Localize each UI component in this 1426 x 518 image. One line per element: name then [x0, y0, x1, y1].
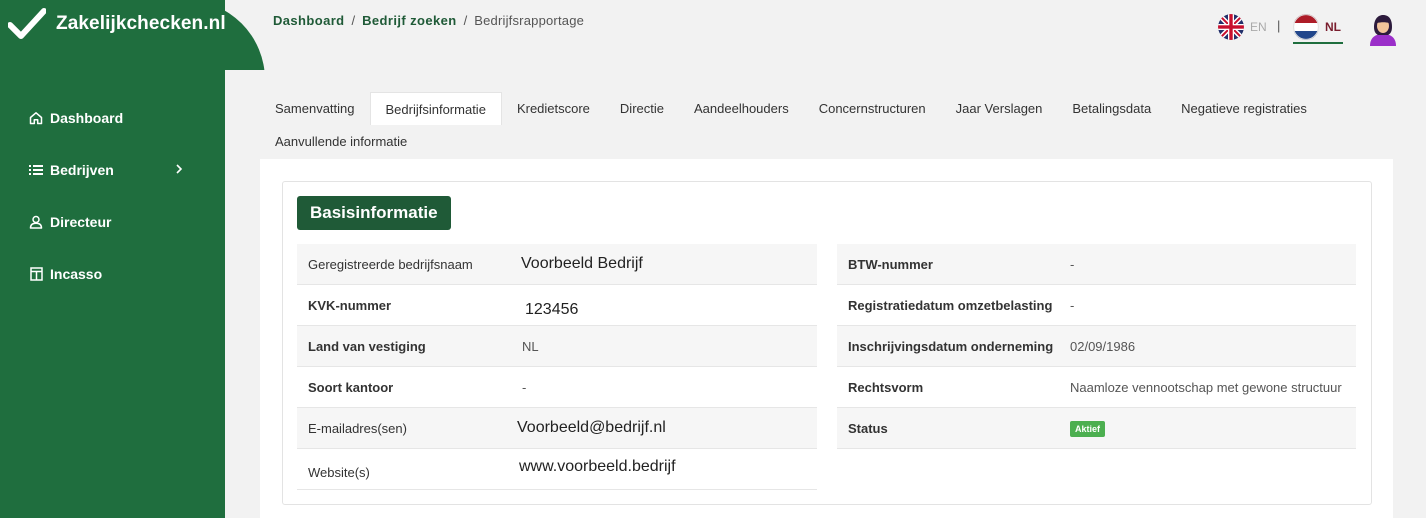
language-active-indicator: [1293, 42, 1343, 44]
language-nl-label: NL: [1325, 20, 1341, 34]
breadcrumb-separator: /: [351, 13, 356, 28]
tab-samenvatting[interactable]: Samenvatting: [260, 92, 370, 125]
field-label: Geregistreerde bedrijfsnaam: [308, 256, 473, 272]
field-label: Inschrijvingsdatum onderneming: [848, 338, 1054, 354]
breadcrumb-separator: /: [463, 13, 468, 28]
sidebar-item-label: Bedrijven: [50, 162, 114, 178]
tab-bedrijfsinformatie[interactable]: Bedrijfsinformatie: [369, 92, 502, 125]
home-icon: [28, 110, 44, 126]
sidebar-nav: Dashboard Bedrijven Directeur Incasso: [0, 92, 225, 300]
language-en-button[interactable]: EN: [1218, 14, 1267, 40]
field-label: Land van vestiging: [308, 338, 426, 354]
sidebar-item-label: Directeur: [50, 214, 112, 230]
checkmark-logo-icon: [8, 8, 46, 39]
breadcrumb-current: Bedrijfsrapportage: [474, 13, 585, 28]
sidebar-curve-decoration: [225, 0, 265, 70]
tab-row-1: Samenvatting Bedrijfsinformatie Krediets…: [260, 92, 1393, 125]
table-row: Geregistreerde bedrijfsnaam Voorbeeld Be…: [297, 244, 817, 285]
field-value-status: Aktief: [1070, 420, 1106, 437]
field-value: -: [522, 379, 527, 395]
section-title-badge: Basisinformatie: [297, 196, 451, 230]
language-nl-button[interactable]: NL: [1293, 14, 1341, 40]
field-label: Website(s): [308, 464, 370, 480]
report-tabs: Samenvatting Bedrijfsinformatie Krediets…: [260, 92, 1393, 158]
field-value: Naamloze vennootschap met gewone structu…: [1070, 379, 1342, 395]
logo[interactable]: Zakelijkchecken.nl: [8, 8, 226, 40]
nl-flag-icon: [1293, 14, 1319, 40]
field-value: -: [1070, 256, 1075, 272]
table-row: Status Aktief: [837, 408, 1356, 449]
tab-negatieve-registraties[interactable]: Negatieve registraties: [1166, 92, 1322, 125]
sidebar-item-dashboard[interactable]: Dashboard: [0, 92, 225, 144]
table-row: KVK-nummer 123456: [297, 285, 817, 326]
logo-text: Zakelijkchecken.nl: [56, 13, 226, 34]
field-label: KVK-nummer: [308, 297, 392, 313]
tab-aanvullende-informatie[interactable]: Aanvullende informatie: [260, 125, 422, 158]
chevron-right-icon[interactable]: [173, 163, 185, 175]
tab-aandeelhouders[interactable]: Aandeelhouders: [679, 92, 804, 125]
company-info-table-right: BTW-nummer - Registratiedatum omzetbelas…: [837, 244, 1356, 449]
tab-betalingsdata[interactable]: Betalingsdata: [1057, 92, 1166, 125]
tab-kredietscore[interactable]: Kredietscore: [502, 92, 605, 125]
uk-flag-icon: [1218, 14, 1244, 40]
field-value: Voorbeeld Bedrijf: [521, 255, 643, 272]
user-avatar-icon[interactable]: [1366, 12, 1400, 46]
tab-directie[interactable]: Directie: [605, 92, 679, 125]
table-row: BTW-nummer -: [837, 244, 1356, 285]
table-row: Website(s) www.voorbeeld.bedrijf: [297, 449, 817, 490]
sidebar-item-bedrijven[interactable]: Bedrijven: [0, 144, 225, 196]
field-value: 02/09/1986: [1070, 338, 1136, 354]
field-value: 123456: [525, 301, 579, 318]
field-label: Registratiedatum omzetbelasting: [848, 297, 1053, 313]
table-row: Rechtsvorm Naamloze vennootschap met gew…: [837, 367, 1356, 408]
sidebar-item-label: Incasso: [50, 266, 103, 282]
breadcrumb-dashboard[interactable]: Dashboard: [273, 13, 345, 28]
user-icon: [28, 214, 44, 230]
field-label: E-mailadres(sen): [308, 420, 407, 436]
table-row: Land van vestiging NL: [297, 326, 817, 367]
sidebar-item-label: Dashboard: [50, 110, 124, 126]
field-label: Status: [848, 420, 888, 436]
field-value: www.voorbeeld.bedrijf: [519, 458, 676, 475]
field-value: Voorbeeld@bedrijf.nl: [517, 419, 666, 436]
tab-row-2: Aanvullende informatie: [260, 125, 1393, 158]
field-label: Soort kantoor: [308, 379, 394, 395]
table-row: Inschrijvingsdatum onderneming 02/09/198…: [837, 326, 1356, 367]
status-badge: Aktief: [1070, 420, 1106, 437]
field-label: Rechtsvorm: [848, 379, 924, 395]
sidebar-item-directeur[interactable]: Directeur: [0, 196, 225, 248]
sidebar-item-incasso[interactable]: Incasso: [0, 248, 225, 300]
table-row: E-mailadres(sen) Voorbeeld@bedrijf.nl: [297, 408, 817, 449]
breadcrumb: Dashboard / Bedrijf zoeken / Bedrijfsrap…: [273, 13, 584, 28]
list-icon: [28, 162, 44, 178]
field-label: BTW-nummer: [848, 256, 933, 272]
table-row: Registratiedatum omzetbelasting -: [837, 285, 1356, 326]
document-icon: [28, 266, 44, 282]
language-en-label: EN: [1250, 20, 1267, 34]
language-separator: |: [1277, 18, 1281, 33]
company-info-table-left: Geregistreerde bedrijfsnaam Voorbeeld Be…: [297, 244, 817, 490]
tab-concernstructuren[interactable]: Concernstructuren: [804, 92, 941, 125]
field-value: -: [1070, 297, 1075, 313]
tab-jaar-verslagen[interactable]: Jaar Verslagen: [941, 92, 1058, 125]
sidebar: Zakelijkchecken.nl Dashboard Bedrijven D…: [0, 0, 226, 518]
field-value: NL: [522, 338, 539, 354]
breadcrumb-bedrijf-zoeken[interactable]: Bedrijf zoeken: [362, 13, 456, 28]
table-row: Soort kantoor -: [297, 367, 817, 408]
